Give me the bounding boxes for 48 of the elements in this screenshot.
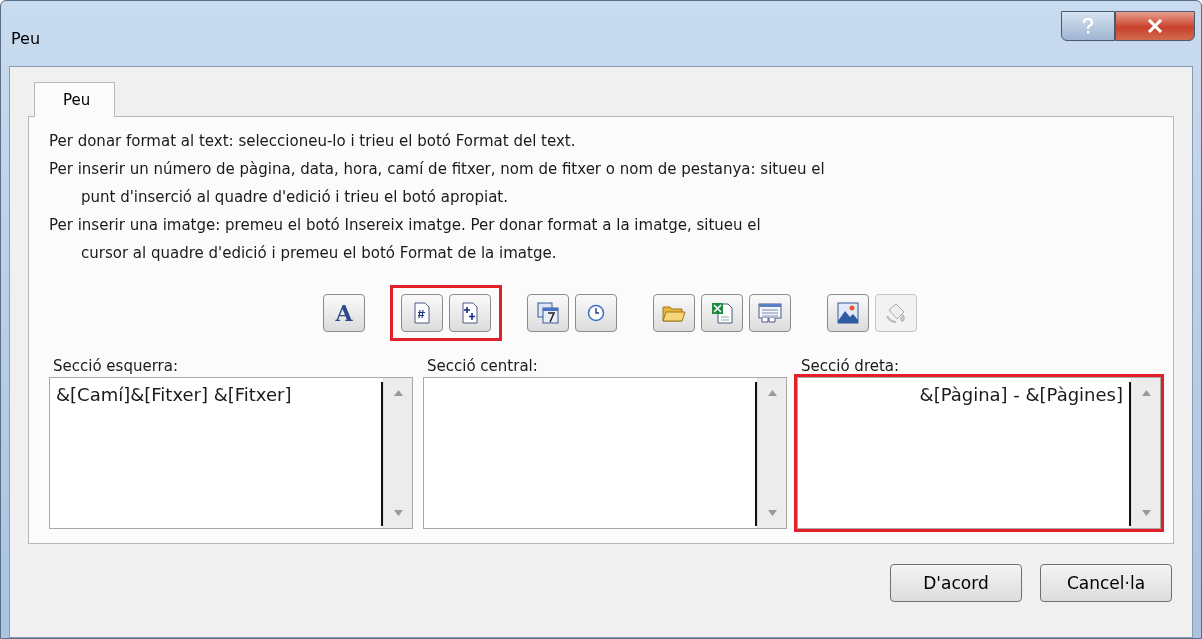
section-label: Secció central: [426,356,539,377]
page-count-icon [461,302,479,324]
close-icon [1147,19,1163,33]
scrollbar[interactable] [757,378,786,528]
section-label: Secció dreta: [800,356,901,377]
clock-icon [587,304,605,322]
sheet-button[interactable] [749,294,791,332]
section-text: &[Pàgina] - &[Pàgines] [919,384,1123,405]
calendar-icon [537,302,559,324]
section-text-area[interactable]: &[Camí]&[Fitxer] &[Fitxer] [49,377,413,529]
instruction-text: Per donar format al text: seleccioneu-lo i trieu el botó Format del text. [49,131,577,152]
instruction-text: punt d'inserció al quadre d'edició i trieu el botó apropiat. [80,187,509,208]
paint-bucket-icon [885,302,907,324]
folder-button[interactable] [653,294,695,332]
instruction-text: Per inserir una imatge: premeu el botó Insereix imatge. Per donar format a la imatge, situeu el [49,215,762,236]
page-number-icon [413,302,431,324]
cancel-button[interactable]: Cancel·la [1040,564,1172,602]
scroll-up-icon [393,390,403,396]
tab[interactable]: Peu [34,82,116,117]
spreadsheet-file-icon [711,302,733,324]
help-button[interactable] [1061,11,1115,41]
page-number-button[interactable] [401,294,443,332]
section-text: &[Camí]&[Fitxer] &[Fitxer] [56,384,292,405]
time-button[interactable] [575,294,617,332]
instruction-text: Per inserir un número de pàgina, data, hora, camí de fitxer, nom de fitxer o nom de pestanya: situeu el [49,159,826,180]
ok-button[interactable]: D'acord [890,564,1022,602]
scroll-down-icon [1141,510,1151,516]
close-button[interactable] [1115,11,1195,41]
scroll-up-icon [767,390,777,396]
font-button[interactable]: A [323,294,365,332]
instruction-text: cursor al quadre d'edició i premeu el botó Format de la imatge. [80,243,558,264]
section-label: Secció esquerra: [52,356,179,377]
page-count-button[interactable] [449,294,491,332]
date-button[interactable] [527,294,569,332]
scroll-down-icon [767,510,777,516]
sheet-tab-icon [758,303,782,323]
folder-icon [662,303,686,323]
scrollbar[interactable] [383,378,412,528]
window-title: Peu [10,29,41,48]
help-icon [1081,18,1095,34]
scroll-down-icon [393,510,403,516]
section-text-area[interactable]: &[Pàgina] - &[Pàgines] [797,377,1161,529]
picture-icon [837,302,859,324]
picture-button[interactable] [827,294,869,332]
file-button[interactable] [701,294,743,332]
scroll-up-icon [1141,390,1151,396]
section-text-area[interactable] [423,377,787,529]
scrollbar[interactable] [1131,378,1160,528]
